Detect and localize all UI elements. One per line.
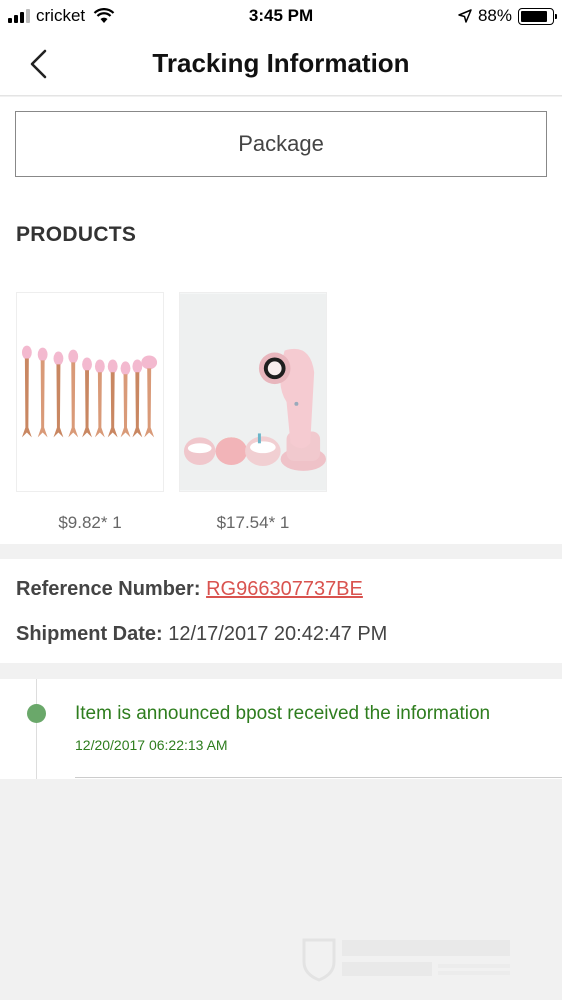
timeline-dot bbox=[27, 704, 46, 723]
product-card[interactable]: $9.82* 1 bbox=[16, 292, 164, 533]
product-image-brush-set bbox=[16, 292, 164, 492]
nav-bar: Tracking Information bbox=[0, 32, 562, 96]
timeline-line bbox=[36, 679, 37, 779]
reference-number-link[interactable]: RG966307737BE bbox=[206, 578, 363, 600]
package-products-section: Package PRODUCTS $9.82* 1 $17.54* 1 bbox=[0, 97, 562, 544]
timeline-status: Item is announced bpost received the inf… bbox=[75, 703, 491, 724]
reference-label: Reference Number: bbox=[16, 578, 201, 600]
status-bar: cricket 3:45 PM 88% bbox=[0, 0, 562, 32]
product-price: $9.82* 1 bbox=[58, 513, 122, 532]
reference-row: Reference Number: RG966307737BE bbox=[16, 578, 363, 601]
package-button[interactable]: Package bbox=[15, 111, 547, 177]
location-arrow-icon bbox=[458, 9, 472, 23]
battery-percent: 88% bbox=[477, 6, 512, 25]
product-price: $17.54* 1 bbox=[216, 513, 290, 532]
tracking-timeline: Item is announced bpost received the inf… bbox=[0, 679, 562, 779]
timeline-time: 12/20/2017 06:22:13 AM bbox=[75, 737, 228, 753]
page-title: Tracking Information bbox=[152, 48, 410, 78]
product-image-cleansing-brush bbox=[179, 292, 327, 492]
status-right: 88% bbox=[458, 6, 557, 26]
divider bbox=[75, 777, 562, 778]
shipment-date-value: 12/17/2017 20:42:47 PM bbox=[168, 623, 388, 645]
shipment-date-row: Shipment Date: 12/17/2017 20:42:47 PM bbox=[16, 623, 387, 646]
battery-fill bbox=[521, 10, 548, 22]
watermark-logo bbox=[302, 938, 510, 982]
product-card[interactable]: $17.54* 1 bbox=[179, 292, 327, 533]
shipment-info: Reference Number: RG966307737BE Shipment… bbox=[0, 559, 562, 663]
shipment-date-label: Shipment Date: bbox=[16, 623, 163, 645]
battery-icon bbox=[518, 7, 557, 25]
products-heading: PRODUCTS bbox=[16, 223, 137, 246]
